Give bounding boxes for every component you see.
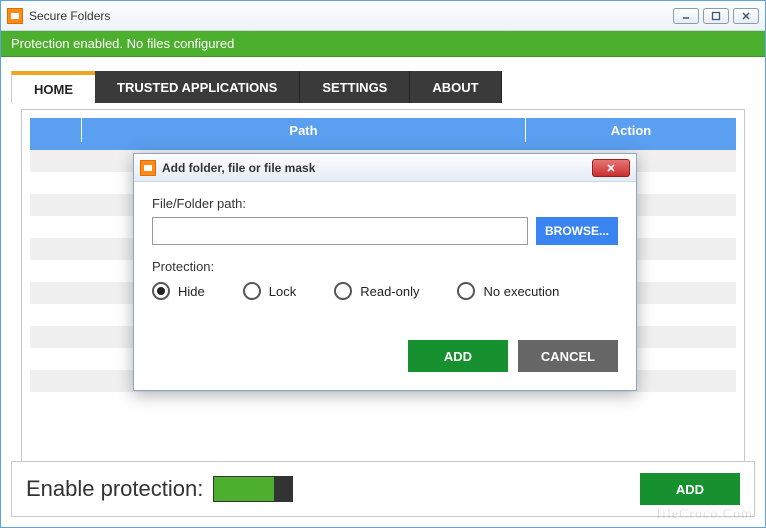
tab-settings-label: SETTINGS [322, 80, 387, 95]
window-title: Secure Folders [29, 9, 673, 23]
window-buttons [673, 8, 759, 24]
radio-readonly-label: Read-only [360, 284, 419, 299]
close-icon [606, 163, 616, 173]
tabs: HOME TRUSTED APPLICATIONS SETTINGS ABOUT [11, 71, 755, 103]
dialog-close-button[interactable] [592, 159, 630, 177]
tab-about[interactable]: ABOUT [410, 71, 501, 103]
protection-options: Hide Lock Read-only No execution [152, 282, 618, 300]
status-strip: Protection enabled. No files configured [1, 31, 765, 57]
dialog-cancel-button[interactable]: CANCEL [518, 340, 618, 372]
table-col-action[interactable]: Action [526, 118, 736, 142]
path-label: File/Folder path: [152, 196, 618, 211]
toggle-knob [274, 477, 292, 501]
dialog-titlebar: Add folder, file or file mask [134, 154, 636, 182]
browse-button[interactable]: BROWSE... [536, 217, 618, 245]
radio-icon [152, 282, 170, 300]
status-text: Protection enabled. No files configured [11, 36, 234, 51]
bottom-bar: Enable protection: ADD [11, 461, 755, 517]
tab-home-label: HOME [34, 82, 73, 97]
table-row [30, 392, 736, 414]
enable-protection-label: Enable protection: [26, 476, 203, 502]
dialog-icon [140, 160, 156, 176]
radio-lock[interactable]: Lock [243, 282, 296, 300]
toggle-on [214, 477, 274, 501]
radio-readonly[interactable]: Read-only [334, 282, 419, 300]
radio-noexec-label: No execution [483, 284, 559, 299]
titlebar: Secure Folders [1, 1, 765, 31]
tab-trusted-label: TRUSTED APPLICATIONS [117, 80, 277, 95]
tab-home[interactable]: HOME [11, 71, 95, 103]
path-row: BROWSE... [152, 217, 618, 245]
tab-about-label: ABOUT [432, 80, 478, 95]
main-window: Secure Folders Protection enabled. No fi… [0, 0, 766, 528]
add-button[interactable]: ADD [640, 473, 740, 505]
table-header: Path Action [30, 118, 736, 142]
table-col-index[interactable] [30, 118, 82, 142]
radio-icon [243, 282, 261, 300]
radio-hide-label: Hide [178, 284, 205, 299]
radio-noexec[interactable]: No execution [457, 282, 559, 300]
enable-protection-toggle[interactable] [213, 476, 293, 502]
add-folder-dialog: Add folder, file or file mask File/Folde… [133, 153, 637, 391]
table-row [30, 142, 736, 150]
maximize-button[interactable] [703, 8, 729, 24]
radio-hide[interactable]: Hide [152, 282, 205, 300]
path-input[interactable] [152, 217, 528, 245]
dialog-add-button[interactable]: ADD [408, 340, 508, 372]
dialog-body: File/Folder path: BROWSE... Protection: … [134, 182, 636, 390]
protection-label: Protection: [152, 259, 618, 274]
close-button[interactable] [733, 8, 759, 24]
tab-trusted[interactable]: TRUSTED APPLICATIONS [95, 71, 300, 103]
minimize-button[interactable] [673, 8, 699, 24]
dialog-actions: ADD CANCEL [152, 340, 618, 372]
table-col-path[interactable]: Path [82, 118, 526, 142]
radio-lock-label: Lock [269, 284, 296, 299]
app-icon [7, 8, 23, 24]
radio-icon [334, 282, 352, 300]
radio-icon [457, 282, 475, 300]
dialog-title: Add folder, file or file mask [162, 161, 592, 175]
tab-settings[interactable]: SETTINGS [300, 71, 410, 103]
